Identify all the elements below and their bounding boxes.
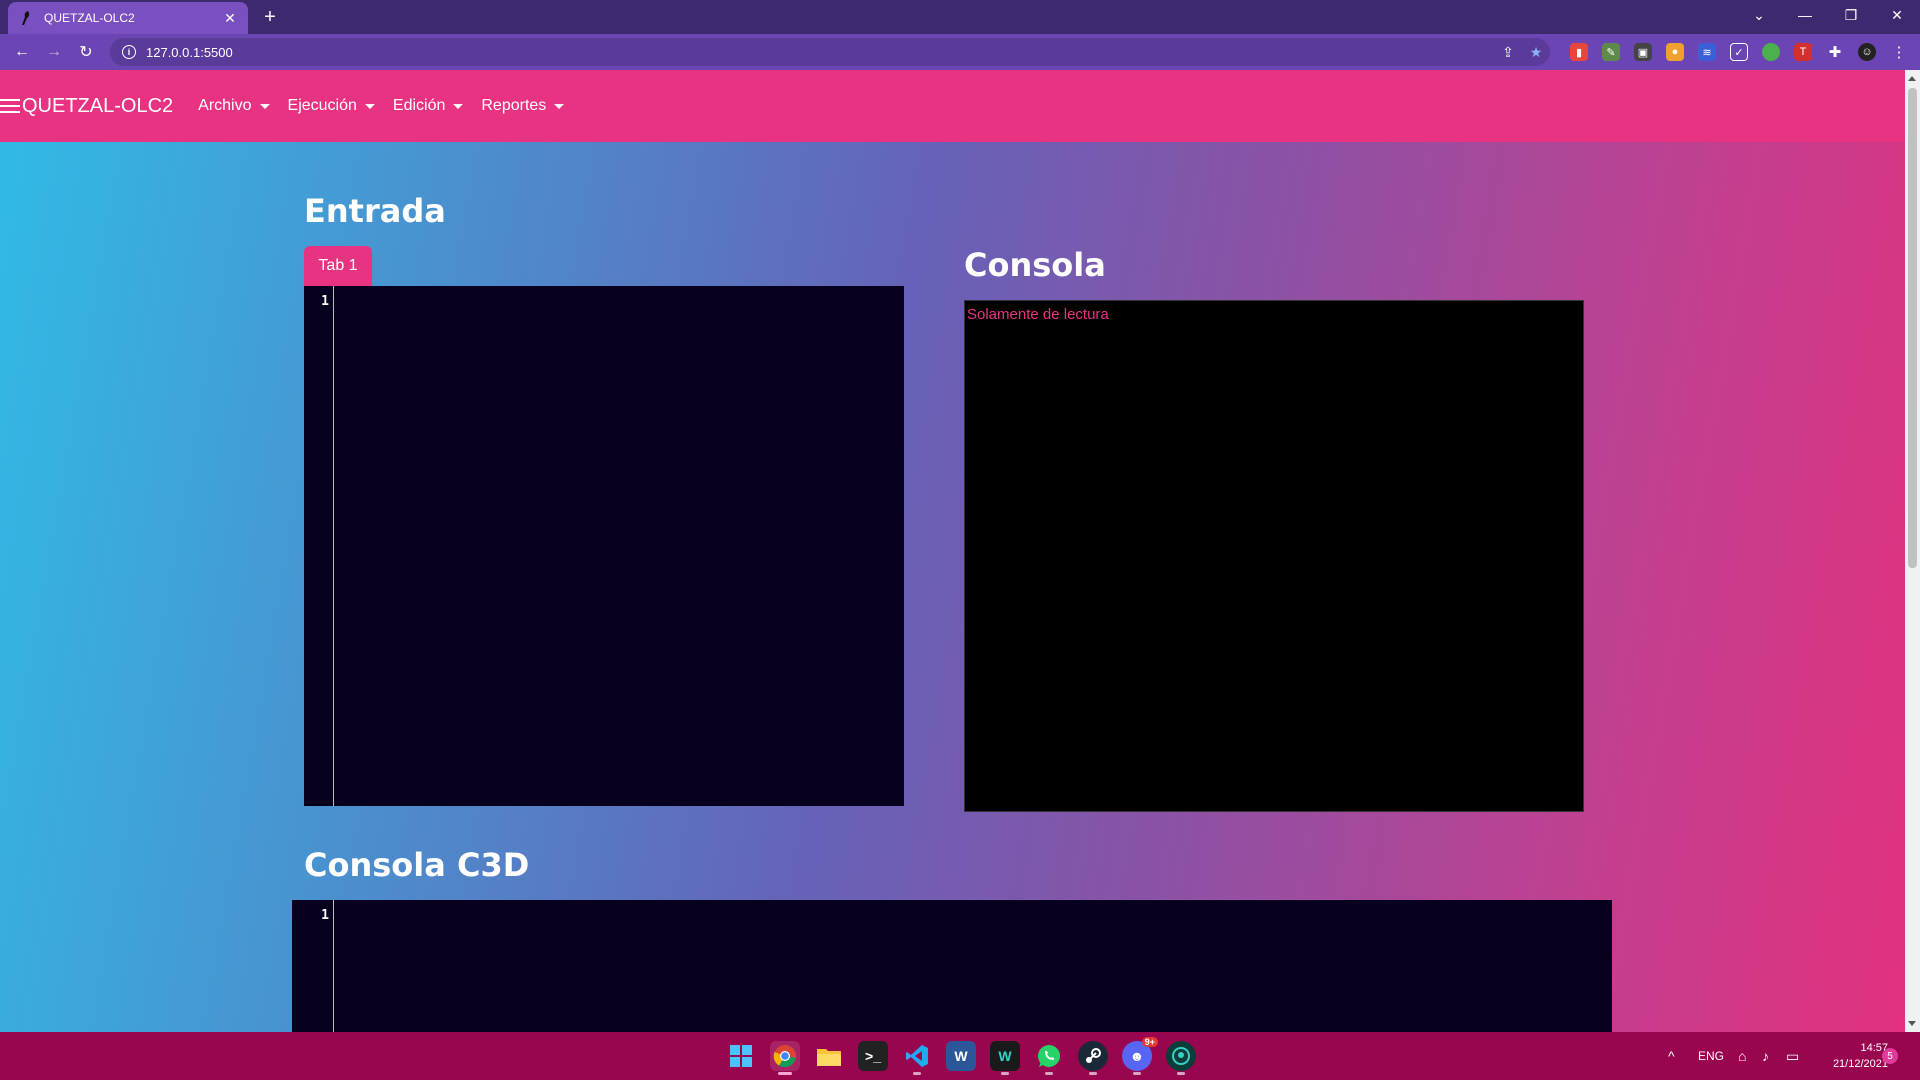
menu-ejecucion[interactable]: Ejecución	[288, 97, 375, 115]
extension-2-icon[interactable]: ✎	[1602, 43, 1620, 61]
forward-icon[interactable]: →	[42, 40, 66, 64]
profile-avatar[interactable]: ☺	[1858, 43, 1876, 61]
chevron-down-icon	[554, 103, 565, 109]
editor-tab-1[interactable]: Tab 1	[304, 246, 372, 286]
scrollbar-thumb[interactable]	[1908, 88, 1917, 568]
running-indicator	[1001, 1072, 1009, 1075]
line-number-gutter: 1	[304, 286, 334, 806]
app-brand[interactable]: QUETZAL-OLC2	[0, 95, 173, 118]
entrada-code-area[interactable]	[335, 286, 904, 806]
restore-icon[interactable]: ❐	[1828, 0, 1874, 30]
network-icon[interactable]: ⌂	[1738, 1032, 1746, 1080]
c3d-heading: Consola C3D	[304, 846, 530, 884]
menu-archivo[interactable]: Archivo	[198, 97, 270, 115]
language-indicator[interactable]: ENG	[1698, 1032, 1724, 1080]
c3d-code-editor[interactable]: 1	[292, 900, 1612, 1032]
vscode-icon[interactable]	[902, 1041, 932, 1075]
tab-search-icon[interactable]: ⌄	[1736, 0, 1782, 30]
menu-edicion-label[interactable]: Edición	[393, 97, 445, 115]
gitkraken-icon[interactable]	[1166, 1041, 1196, 1075]
chevron-down-icon	[259, 103, 270, 109]
running-indicator	[1177, 1072, 1185, 1075]
close-window-icon[interactable]: ✕	[1874, 0, 1920, 30]
brand-label[interactable]: QUETZAL-OLC2	[22, 95, 173, 118]
menu-reportes[interactable]: Reportes	[481, 97, 565, 115]
whatsapp-icon[interactable]	[1034, 1041, 1064, 1075]
scroll-up-icon[interactable]	[1908, 76, 1916, 81]
extension-1-icon[interactable]: ▮	[1570, 43, 1588, 61]
line-number: 1	[321, 908, 329, 923]
file-explorer-icon[interactable]	[814, 1041, 844, 1071]
clock-date: 21/12/2021	[1832, 1058, 1888, 1070]
menu-ejecucion-label[interactable]: Ejecución	[288, 97, 357, 115]
chevron-down-icon	[364, 103, 375, 109]
battery-icon[interactable]: ▭	[1786, 1032, 1799, 1080]
discord-icon[interactable]: ☻ 9+	[1122, 1037, 1158, 1075]
extension-4-icon[interactable]: ●	[1666, 43, 1684, 61]
windows-start-icon[interactable]	[726, 1041, 756, 1071]
volume-icon[interactable]: ♪	[1762, 1032, 1769, 1080]
running-indicator	[1133, 1072, 1141, 1075]
running-indicator	[1089, 1072, 1097, 1075]
page-viewport: QUETZAL-OLC2 Archivo Ejecución Edición R…	[0, 70, 1920, 1032]
pocket-icon[interactable]: ✓	[1730, 43, 1748, 61]
browser-toolbar: ← → ↻ i 127.0.0.1:5500 ⇪ ★ ▮ ✎ ▣ ● ≋ ✓ T…	[0, 34, 1920, 70]
show-hidden-icons-icon[interactable]: ^	[1668, 1032, 1675, 1080]
url-text[interactable]: 127.0.0.1:5500	[146, 45, 1494, 60]
extension-7-icon[interactable]	[1762, 43, 1780, 61]
consola-placeholder: Solamente de lectura	[967, 306, 1109, 323]
extension-3-icon[interactable]: ▣	[1634, 43, 1652, 61]
system-clock[interactable]: 14:57 21/12/2021	[1818, 1040, 1888, 1072]
hamburger-menu-icon[interactable]	[0, 99, 20, 113]
reload-icon[interactable]: ↻	[74, 40, 98, 64]
word-icon[interactable]: W	[946, 1041, 976, 1071]
quetzal-favicon-icon	[18, 10, 34, 26]
extension-5-icon[interactable]: ≋	[1698, 43, 1716, 61]
scroll-down-icon[interactable]	[1908, 1021, 1916, 1026]
notification-badge[interactable]: 5	[1882, 1048, 1898, 1064]
consola-heading: Consola	[964, 246, 1106, 284]
running-indicator	[1045, 1072, 1053, 1075]
share-icon[interactable]: ⇪	[1494, 44, 1522, 61]
extensions-puzzle-icon[interactable]: ✚	[1826, 43, 1844, 61]
line-number-gutter: 1	[292, 900, 334, 1032]
extension-8-icon[interactable]: T	[1794, 43, 1812, 61]
chevron-down-icon	[453, 103, 464, 109]
discord-badge: 9+	[1141, 1037, 1158, 1047]
site-info-icon[interactable]: i	[122, 45, 136, 59]
steam-icon[interactable]	[1078, 1041, 1108, 1075]
audio-app-icon[interactable]: W	[990, 1041, 1020, 1075]
back-icon[interactable]: ←	[10, 40, 34, 64]
app-navbar: QUETZAL-OLC2 Archivo Ejecución Edición R…	[0, 70, 1905, 142]
new-tab-button[interactable]: +	[258, 5, 282, 29]
browser-tabstrip: QUETZAL-OLC2 ✕ + ⌄ — ❐ ✕	[0, 0, 1920, 34]
active-indicator	[778, 1072, 792, 1075]
bookmark-star-icon[interactable]: ★	[1522, 44, 1550, 61]
chrome-icon[interactable]	[770, 1041, 800, 1075]
minimize-icon[interactable]: —	[1782, 0, 1828, 30]
menu-edicion[interactable]: Edición	[393, 97, 464, 115]
browser-tab[interactable]: QUETZAL-OLC2 ✕	[8, 2, 248, 34]
close-tab-icon[interactable]: ✕	[222, 10, 238, 27]
clock-time: 14:57	[1860, 1042, 1888, 1054]
c3d-code-area[interactable]	[335, 900, 1612, 1032]
entrada-heading: Entrada	[304, 192, 446, 230]
running-indicator	[913, 1072, 921, 1075]
browser-menu-icon[interactable]: ⋮	[1890, 43, 1908, 61]
line-number: 1	[321, 294, 329, 309]
tab-title: QUETZAL-OLC2	[44, 11, 135, 25]
address-bar[interactable]: i 127.0.0.1:5500 ⇪ ★	[110, 38, 1550, 66]
taskbar: >_ W W ☻ 9+ ^ ENG ⌂ ♪ ▭ 14:57 21/12/2021…	[0, 1032, 1920, 1080]
page-scrollbar[interactable]	[1905, 70, 1920, 1032]
entrada-code-editor[interactable]: 1	[304, 286, 904, 806]
consola-output[interactable]: Solamente de lectura	[964, 300, 1584, 812]
menu-archivo-label[interactable]: Archivo	[198, 97, 251, 115]
terminal-icon[interactable]: >_	[858, 1041, 888, 1071]
menu-reportes-label[interactable]: Reportes	[481, 97, 546, 115]
